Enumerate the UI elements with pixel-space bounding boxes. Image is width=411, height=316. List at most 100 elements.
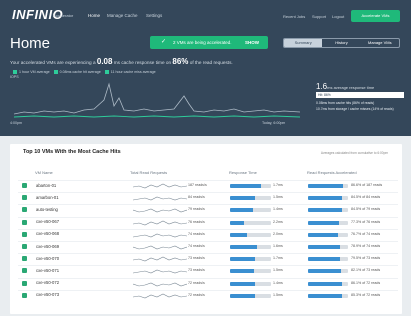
vm-status-icon[interactable] xyxy=(22,256,27,262)
accelerated-reads: 79.5% of 73 reads xyxy=(351,256,381,261)
accelerate-vms-button[interactable]: Accelerate VMs xyxy=(351,10,400,22)
accelerated-reads: 86.6% of 187 reads xyxy=(351,183,383,187)
response-time-fill xyxy=(230,220,245,225)
total-reads: 76 reads/s xyxy=(188,219,205,224)
nav-settings[interactable]: Settings xyxy=(146,13,162,18)
accelerated-fill xyxy=(308,196,342,201)
total-reads: 79 reads/s xyxy=(188,207,205,212)
tab-history[interactable]: History xyxy=(322,39,360,47)
table-row[interactable]: amarbon-01 84 reads/s 1.5ms 84.5% of 84 rea… xyxy=(18,193,398,203)
nav-home[interactable]: Home xyxy=(88,13,100,18)
vm-status-icon[interactable] xyxy=(22,207,27,213)
reads-sparkline xyxy=(133,209,187,213)
response-time: 1.7ms xyxy=(273,256,283,261)
vm-name[interactable]: cxe-v50-070 xyxy=(36,256,59,261)
vm-status-icon[interactable] xyxy=(22,244,27,249)
table-row[interactable]: abarton-01 187 reads/s 1.7ms 86.6% of 187 r… xyxy=(18,181,398,191)
stat-line-misses: 10.7ms from storage / cache misses (14% … xyxy=(316,107,394,111)
vm-name[interactable]: auto-testing xyxy=(36,207,58,212)
tab-summary[interactable]: Summary xyxy=(284,39,323,47)
time-end-label: Today, 6:00pm xyxy=(262,121,286,125)
tab-manage-vms[interactable]: Manage VMs xyxy=(361,39,399,47)
response-time-bar xyxy=(230,232,271,237)
column-header-total-reads[interactable]: Total Read Requests xyxy=(130,170,167,175)
response-time: 1.5ms xyxy=(273,195,283,200)
accelerated-fill xyxy=(308,208,342,213)
response-time-bar xyxy=(230,208,271,213)
accelerated-bar xyxy=(308,196,348,201)
summary-text: Your accelerated VMs are experiencing a … xyxy=(10,57,233,66)
nav-manage-cache[interactable]: Manage Cache xyxy=(107,13,138,18)
vm-status-icon[interactable] xyxy=(22,280,27,286)
vm-status-icon[interactable] xyxy=(22,219,27,225)
column-header-read-accelerated[interactable]: Read Requests Accelerated xyxy=(307,170,357,175)
hit-percent-value: 86% xyxy=(172,57,189,66)
hit-line xyxy=(14,115,300,118)
accelerated-reads: 84.5% of 79 reads xyxy=(351,207,381,212)
table-row[interactable]: cxe-v50-072 72 reads/s 1.4ms 86.1% of 72 re… xyxy=(18,279,398,289)
notification-toast: ✓ 2 VMs are being accelerated. SHOW xyxy=(150,36,268,49)
vm-name[interactable]: cxe-v50-071 xyxy=(36,268,59,273)
accelerated-fill xyxy=(308,281,343,286)
response-time-bar xyxy=(230,220,271,225)
top-nav: INFINIO Accelerator Home Manage Cache Se… xyxy=(0,0,411,30)
table-row[interactable]: cxe-v50-070 73 reads/s 1.7ms 79.5% of 73 re… xyxy=(18,254,398,264)
response-time-fill xyxy=(230,269,254,274)
table-row[interactable]: cxe-v50-067 76 reads/s 2.2ms 77.3% of 76 re… xyxy=(18,218,398,228)
total-reads: 72 reads/s xyxy=(188,292,205,297)
response-time-bar xyxy=(230,269,271,274)
column-header-vm-name[interactable]: VM Name xyxy=(35,170,53,175)
accelerated-fill xyxy=(308,293,342,298)
response-time-fill xyxy=(230,208,253,213)
table-row[interactable]: cxe-v50-068 74 reads/s 2.0ms 76.7% of 74 re… xyxy=(18,230,398,240)
total-reads: 73 reads/s xyxy=(188,268,205,273)
response-time: 1.5ms xyxy=(273,268,283,273)
toast-show-button[interactable]: SHOW xyxy=(245,36,259,49)
table-row[interactable]: auto-testing 79 reads/s 1.4ms 84.5% of 79 r… xyxy=(18,205,398,215)
total-reads: 84 reads/s xyxy=(188,195,205,200)
vm-name[interactable]: cxe-v50-072 xyxy=(36,280,59,285)
vm-name[interactable]: amarbon-01 xyxy=(36,195,59,200)
vm-name[interactable]: abarton-01 xyxy=(36,183,56,188)
latency-value: 0.08 xyxy=(96,57,113,66)
vm-status-icon[interactable] xyxy=(22,292,27,298)
vm-name[interactable]: cxe-v50-069 xyxy=(36,244,59,249)
table-row[interactable]: cxe-v50-069 74 reads/s 1.6ms 78.9% of 74 re… xyxy=(18,242,398,252)
response-time-bar xyxy=(230,245,271,249)
legend-swatch xyxy=(13,70,17,75)
accelerated-reads: 77.3% of 76 reads xyxy=(351,219,381,224)
vm-status-icon[interactable] xyxy=(22,195,27,201)
accelerated-bar xyxy=(308,232,348,237)
vm-status-icon[interactable] xyxy=(22,183,27,188)
vm-name[interactable]: cxe-v50-067 xyxy=(36,219,59,224)
nav-logout[interactable]: Logout xyxy=(332,14,344,19)
table-row[interactable]: cxe-v50-073 72 reads/s 1.5ms 85.3% of 72 re… xyxy=(18,291,398,301)
table-row[interactable]: cxe-v50-071 73 reads/s 1.5ms 82.1% of 73 re… xyxy=(18,266,398,276)
reads-sparkline xyxy=(133,183,187,189)
legend-swatch xyxy=(104,70,109,75)
page-title: Home xyxy=(10,35,51,52)
response-time-bar xyxy=(230,184,271,188)
response-time-bar xyxy=(230,196,271,201)
reads-sparkline xyxy=(133,293,187,299)
accelerated-bar xyxy=(308,245,348,249)
accelerated-fill xyxy=(308,269,341,274)
vm-status-icon[interactable] xyxy=(22,268,27,274)
accelerated-bar xyxy=(308,293,348,298)
total-reads: 74 reads/s xyxy=(188,244,205,248)
vm-name[interactable]: cxe-v50-073 xyxy=(36,292,59,297)
vm-name[interactable]: cxe-v50-068 xyxy=(36,231,59,236)
response-time-fill xyxy=(230,293,255,298)
header-panel: INFINIO Accelerator Home Manage Cache Se… xyxy=(0,0,411,136)
response-time-fill xyxy=(230,245,257,249)
vm-status-icon[interactable] xyxy=(22,231,27,237)
total-reads: 73 reads/s xyxy=(188,256,205,261)
stat-line-hits: 0.08ms from cache hits (86% of reads) xyxy=(316,101,375,105)
nav-support[interactable]: Support xyxy=(312,14,326,19)
accelerated-bar xyxy=(308,281,348,286)
response-time: 2.0ms xyxy=(273,231,283,236)
accelerated-fill xyxy=(308,257,340,262)
column-header-response-time[interactable]: Response Time xyxy=(229,170,257,175)
reads-sparkline xyxy=(133,196,187,201)
nav-recent-jobs[interactable]: Recent Jobs xyxy=(283,14,305,19)
